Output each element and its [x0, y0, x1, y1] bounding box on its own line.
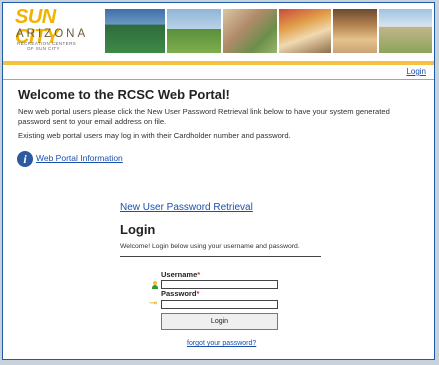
user-icon	[152, 281, 158, 289]
key-icon: ⊸	[149, 298, 158, 309]
existing-users-text: Existing web portal users may log in wit…	[18, 131, 291, 140]
sun-city-logo: SUN CITY ARIZONA RECREATION CENTERS OF S…	[9, 7, 97, 57]
photo-golf	[165, 7, 225, 55]
page-title: Welcome to the RCSC Web Portal!	[18, 87, 230, 102]
logo-sub-2: OF SUN CITY	[27, 46, 60, 51]
logo-brand-mid: ARIZONA	[16, 28, 89, 40]
portal-frame: SUN CITY ARIZONA RECREATION CENTERS OF S…	[2, 2, 435, 360]
password-label: Password*	[161, 289, 199, 298]
forgot-password-link[interactable]: forgot your password?	[187, 340, 256, 347]
username-label: Username*	[161, 270, 200, 279]
username-input[interactable]	[161, 280, 278, 289]
login-title: Login	[120, 222, 156, 237]
intro-text: New web portal users please click the Ne…	[18, 107, 390, 126]
photo-crafts	[277, 7, 335, 55]
new-user-password-link[interactable]: New User Password Retrieval	[120, 202, 253, 213]
header-divider	[3, 79, 434, 80]
photo-tennis	[103, 7, 169, 55]
header-banner: SUN CITY ARIZONA RECREATION CENTERS OF S…	[3, 3, 434, 65]
photo-dining	[331, 7, 381, 55]
recreation-photos	[103, 3, 434, 63]
photo-people	[221, 7, 281, 55]
required-mark: *	[196, 289, 200, 298]
password-label-text: Password	[161, 289, 197, 298]
required-mark: *	[197, 270, 201, 279]
username-label-text: Username	[161, 270, 198, 279]
login-divider	[120, 256, 321, 257]
photo-softball	[377, 7, 434, 55]
login-welcome-text: Welcome! Login below using your username…	[120, 243, 300, 250]
web-portal-info-link[interactable]: Web Portal Information	[36, 153, 123, 163]
info-icon[interactable]: i	[17, 151, 33, 167]
password-input[interactable]	[161, 300, 278, 309]
accent-bar	[3, 61, 434, 65]
login-button[interactable]: Login	[161, 313, 278, 330]
header-login-link[interactable]: Login	[406, 67, 426, 76]
